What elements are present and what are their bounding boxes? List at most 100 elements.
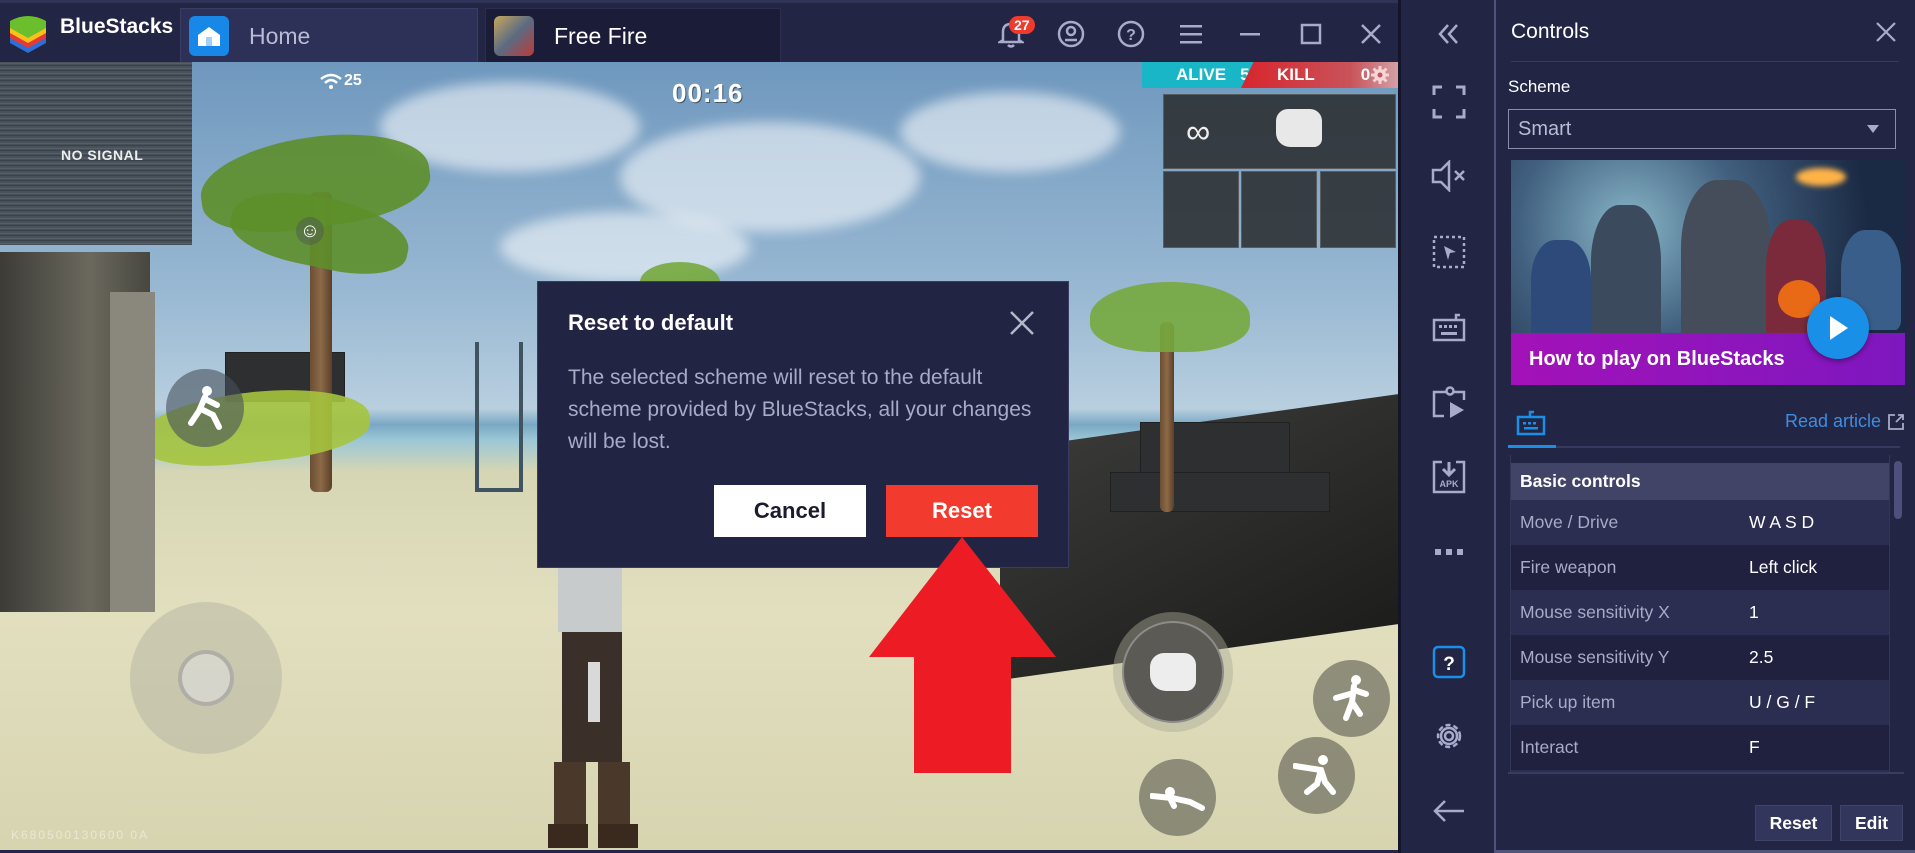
punch-button[interactable] xyxy=(1113,612,1233,732)
close-icon xyxy=(1361,24,1381,44)
control-key: 2.5 xyxy=(1749,647,1774,667)
mute-icon xyxy=(1431,160,1465,192)
weapon-slot-1[interactable] xyxy=(1163,171,1239,248)
keyboard-controls-button[interactable] xyxy=(1429,307,1469,347)
svg-text:?: ? xyxy=(1126,27,1136,44)
weapon-slot-3[interactable] xyxy=(1320,171,1396,248)
keyboard-tab-icon[interactable] xyxy=(1516,410,1546,436)
tab-home[interactable]: Home xyxy=(180,8,478,64)
section-header: Basic controls xyxy=(1511,463,1889,500)
sprint-button[interactable] xyxy=(166,369,244,447)
settings-button[interactable] xyxy=(1429,716,1469,756)
control-row[interactable]: Mouse sensitivity X 1 xyxy=(1511,590,1889,635)
scheme-selected-value: Smart xyxy=(1518,117,1572,140)
crouching-soldier-icon xyxy=(1292,754,1336,795)
collapse-sidebar-icon xyxy=(1438,24,1458,44)
close-window-button[interactable] xyxy=(1354,17,1388,51)
screen-capture-button[interactable] xyxy=(1429,232,1469,272)
menu-button[interactable] xyxy=(1174,17,1208,51)
cancel-button[interactable]: Cancel xyxy=(714,485,866,537)
help-icon: ? xyxy=(1432,645,1466,679)
match-timer: 00:16 xyxy=(672,78,744,108)
chevron-down-icon xyxy=(1867,125,1879,133)
panel-close-icon[interactable] xyxy=(1874,20,1898,44)
container-crate xyxy=(1110,472,1330,512)
minimize-button[interactable] xyxy=(1233,17,1267,51)
confirm-reset-button[interactable]: Reset xyxy=(886,485,1038,537)
crouch-button[interactable] xyxy=(1278,737,1355,814)
scheme-dropdown[interactable]: Smart xyxy=(1508,109,1896,149)
jumping-soldier-icon xyxy=(1332,674,1369,721)
joystick-knob[interactable] xyxy=(178,650,234,706)
fist-icon xyxy=(1276,109,1322,147)
tab-free-fire[interactable]: Free Fire xyxy=(485,8,781,64)
ping-value: 25 xyxy=(344,72,362,89)
control-row[interactable]: Interact F xyxy=(1511,725,1889,770)
prone-button[interactable] xyxy=(1139,759,1216,836)
controls-table: Basic controls Move / Drive W A S D Fire w… xyxy=(1510,455,1890,773)
home-icon xyxy=(189,16,229,56)
game-settings-gear-icon[interactable] xyxy=(1370,65,1390,85)
tab-home-label: Home xyxy=(249,22,311,49)
account-button[interactable] xyxy=(1054,17,1088,51)
weapon-slot-primary[interactable]: ∞ xyxy=(1163,94,1396,169)
back-button[interactable] xyxy=(1429,791,1469,831)
maximize-button[interactable] xyxy=(1294,17,1328,51)
tutorial-video-banner[interactable]: How to play on BlueStacks xyxy=(1511,160,1905,385)
dialog-close-icon[interactable] xyxy=(1007,308,1037,338)
help-controls-button[interactable]: ? xyxy=(1429,642,1469,682)
watch-tower xyxy=(475,342,523,492)
jump-button[interactable] xyxy=(1313,660,1390,737)
control-row[interactable]: Pick up item U / G / F xyxy=(1511,680,1889,725)
control-row[interactable]: Move / Drive W A S D xyxy=(1511,500,1889,545)
play-video-button[interactable] xyxy=(1807,297,1869,359)
screen-record-button[interactable] xyxy=(1429,383,1469,423)
title-bar: BlueStacks Home Free Fire 27 ? xyxy=(0,0,1494,64)
help-icon: ? xyxy=(1117,20,1145,48)
weapon-slot-2[interactable] xyxy=(1241,171,1317,248)
kill-count: 0 xyxy=(1360,65,1371,84)
screen-capture-region-icon xyxy=(1432,235,1466,269)
controls-panel: Controls Scheme Smart How to play on Blu… xyxy=(1494,0,1915,853)
play-icon xyxy=(1830,316,1848,340)
control-row[interactable]: Fire weapon Left click xyxy=(1511,545,1889,590)
help-button[interactable]: ? xyxy=(1114,17,1148,51)
dialog-title: Reset to default xyxy=(568,310,734,335)
reset-to-default-dialog: Reset to default The selected scheme wil… xyxy=(537,281,1069,568)
fullscreen-icon xyxy=(1432,85,1466,119)
install-apk-button[interactable]: APK xyxy=(1429,457,1469,497)
mute-button[interactable] xyxy=(1429,156,1469,196)
alive-label: ALIVE xyxy=(1176,65,1227,84)
minimize-icon xyxy=(1240,33,1260,36)
wifi-icon xyxy=(320,73,342,89)
external-link-icon xyxy=(1888,413,1904,430)
panel-edit-button[interactable]: Edit xyxy=(1840,805,1903,841)
more-options-button[interactable] xyxy=(1429,532,1469,572)
smiley-icon: ☺ xyxy=(299,219,321,242)
maximize-icon xyxy=(1300,23,1322,45)
control-action: Interact xyxy=(1520,737,1579,757)
fullscreen-button[interactable] xyxy=(1429,82,1469,122)
control-key: Left click xyxy=(1749,557,1818,577)
menu-icon xyxy=(1180,25,1202,44)
control-key: W A S D xyxy=(1749,512,1815,532)
bluestacks-logo-icon xyxy=(10,16,46,53)
controls-scrollbar[interactable] xyxy=(1893,455,1903,773)
device-code: K680500130600 0A xyxy=(11,828,150,842)
movement-joystick[interactable] xyxy=(130,602,282,754)
collapse-sidebar-button[interactable] xyxy=(1429,14,1469,54)
prone-soldier-icon xyxy=(1149,786,1205,811)
minimap-no-signal: NO SIGNAL xyxy=(0,62,192,245)
control-row[interactable]: Mouse sensitivity Y 2.5 xyxy=(1511,635,1889,680)
scrollbar-thumb[interactable] xyxy=(1894,461,1902,519)
scheme-label: Scheme xyxy=(1508,77,1571,96)
read-article-link[interactable]: Read article xyxy=(1785,411,1905,432)
panel-reset-button[interactable]: Reset xyxy=(1755,805,1832,841)
emote-button[interactable]: ☺ xyxy=(296,217,324,245)
control-action: Mouse sensitivity Y xyxy=(1520,647,1670,667)
settings-icon xyxy=(1436,723,1462,749)
notification-count-badge: 27 xyxy=(1009,16,1035,34)
divider xyxy=(1511,61,1899,62)
dialog-message: The selected scheme will reset to the de… xyxy=(568,366,1032,453)
control-key: F xyxy=(1749,737,1760,757)
